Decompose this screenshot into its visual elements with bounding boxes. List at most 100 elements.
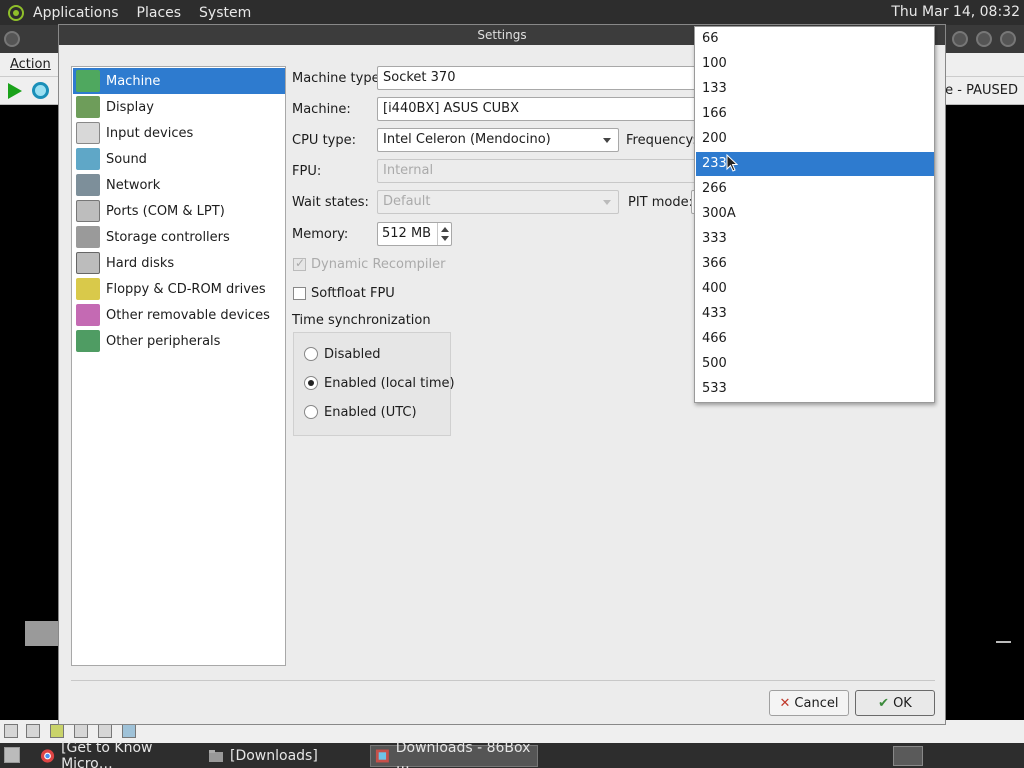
action-menu[interactable]: Action [10, 57, 51, 72]
frequency-option[interactable]: 300A [696, 202, 934, 226]
applications-menu[interactable]: Applications [33, 5, 119, 21]
storage-icon [76, 226, 100, 248]
sound-status-icon[interactable] [122, 724, 136, 738]
floppy-status-icon[interactable] [4, 724, 18, 738]
cpu-type-select[interactable]: Intel Celeron (Mendocino) [377, 128, 619, 152]
frequency-option[interactable]: 400 [696, 277, 934, 301]
sidebar-item-other-peripherals[interactable]: Other peripherals [73, 328, 285, 354]
show-desktop-icon[interactable] [4, 747, 20, 763]
sidebar-item-label: Network [106, 177, 161, 193]
minimize-icon[interactable] [952, 31, 968, 47]
check-icon: ✓ [295, 256, 306, 270]
wait-states-label: Wait states: [292, 195, 369, 210]
memory-spinbox[interactable]: 512 MB [377, 222, 452, 246]
frequency-option[interactable]: 333 [696, 227, 934, 251]
sidebar-item-sound[interactable]: Sound [73, 146, 285, 172]
time-sync-utc-label[interactable]: Enabled (UTC) [324, 405, 417, 420]
text-cursor [996, 641, 1011, 643]
places-menu[interactable]: Places [137, 5, 182, 21]
frequency-option[interactable]: 533 [696, 377, 934, 401]
wait-states-value: Default [383, 194, 431, 209]
taskbar-item-browser[interactable]: [Get to Know Micro… [36, 740, 200, 768]
play-icon[interactable] [8, 83, 22, 99]
frequency-dropdown-list: 66 100 133 166 200 233 266 300A 333 366 … [694, 26, 935, 403]
cdrom-status-icon[interactable] [26, 724, 40, 738]
frequency-option[interactable]: 66 [696, 27, 934, 51]
sidebar-item-input-devices[interactable]: Input devices [73, 120, 285, 146]
input-devices-icon [76, 122, 100, 144]
cpu-type-label: CPU type: [292, 133, 356, 148]
frequency-option[interactable]: 133 [696, 77, 934, 101]
window-menu-icon[interactable] [4, 31, 20, 47]
maximize-icon[interactable] [976, 31, 992, 47]
machine-type-label: Machine type: [292, 71, 384, 86]
frequency-option[interactable]: 166 [696, 102, 934, 126]
hard-disk-icon [76, 252, 100, 274]
taskbar-item-label: [Downloads] [230, 748, 318, 764]
frequency-option[interactable]: 266 [696, 177, 934, 201]
sidebar-item-display[interactable]: Display [73, 94, 285, 120]
settings-sidebar: Machine Display Input devices Sound Netw… [71, 66, 286, 666]
system-menu[interactable]: System [199, 5, 251, 21]
chevron-down-icon[interactable] [441, 236, 449, 241]
sidebar-item-label: Machine [106, 73, 161, 89]
softfloat-fpu-checkbox[interactable] [293, 287, 306, 300]
tray-86box-icon[interactable] [893, 746, 923, 766]
time-sync-disabled-radio[interactable] [304, 347, 318, 361]
chevron-down-icon [603, 200, 611, 205]
emulated-screen-element [25, 621, 59, 646]
sidebar-item-storage-controllers[interactable]: Storage controllers [73, 224, 285, 250]
memory-value: 512 MB [382, 226, 432, 241]
frequency-option[interactable]: 433 [696, 302, 934, 326]
frequency-option[interactable]: 100 [696, 52, 934, 76]
sidebar-item-floppy-cdrom[interactable]: Floppy & CD-ROM drives [73, 276, 285, 302]
memory-stepper[interactable] [437, 223, 451, 245]
ok-button[interactable]: ✔ OK [855, 690, 935, 716]
sidebar-item-network[interactable]: Network [73, 172, 285, 198]
time-sync-utc-radio[interactable] [304, 405, 318, 419]
dynamic-recompiler-checkbox: ✓ [293, 256, 306, 271]
machine-type-select[interactable]: Socket 370 [377, 66, 697, 90]
frequency-option[interactable]: 366 [696, 252, 934, 276]
chevron-up-icon[interactable] [441, 227, 449, 232]
time-sync-local-radio[interactable] [304, 376, 318, 390]
clock[interactable]: Thu Mar 14, 08:32 [891, 4, 1020, 20]
time-sync-disabled-label[interactable]: Disabled [324, 347, 380, 362]
sidebar-item-hard-disks[interactable]: Hard disks [73, 250, 285, 276]
ok-check-icon: ✔ [878, 695, 890, 711]
frequency-option[interactable]: 200 [696, 127, 934, 151]
taskbar-item-downloads[interactable]: [Downloads] [204, 745, 366, 767]
sidebar-item-label: Input devices [106, 125, 194, 141]
cancel-x-icon: ✕ [779, 695, 791, 711]
mouse-pointer-icon [726, 154, 738, 172]
machine-icon [76, 70, 100, 92]
floppy-cdrom-icon [76, 278, 100, 300]
softfloat-fpu-label[interactable]: Softfloat FPU [311, 286, 395, 301]
frequency-label: Frequency: [626, 133, 697, 148]
cdrom2-status-icon[interactable] [50, 724, 64, 738]
taskbar-item-label: Downloads - 86Box … [395, 740, 531, 768]
time-sync-label: Time synchronization [292, 313, 431, 328]
cancel-button[interactable]: ✕ Cancel [769, 690, 849, 716]
network-status-icon[interactable] [74, 724, 88, 738]
sidebar-item-other-removable[interactable]: Other removable devices [73, 302, 285, 328]
machine-select[interactable]: [i440BX] ASUS CUBX [377, 97, 697, 121]
frequency-option[interactable]: 466 [696, 327, 934, 351]
ok-label: OK [893, 695, 912, 711]
ports-icon [76, 200, 100, 222]
cancel-label: Cancel [794, 695, 839, 711]
time-sync-local-label[interactable]: Enabled (local time) [324, 376, 455, 391]
distro-logo-icon[interactable] [5, 2, 27, 24]
taskbar-item-86box[interactable]: Downloads - 86Box … [370, 740, 538, 768]
close-icon[interactable] [1000, 31, 1016, 47]
frequency-option[interactable]: 500 [696, 352, 934, 376]
sidebar-item-machine[interactable]: Machine [73, 68, 285, 94]
hard-disk-status-icon[interactable] [98, 724, 112, 738]
sidebar-item-ports[interactable]: Ports (COM & LPT) [73, 198, 285, 224]
fpu-select: Internal [377, 159, 697, 183]
sidebar-item-label: Sound [106, 151, 147, 167]
sound-icon [76, 148, 100, 170]
sidebar-item-label: Other peripherals [106, 333, 221, 349]
reset-icon[interactable] [32, 82, 49, 99]
display-icon [76, 96, 100, 118]
